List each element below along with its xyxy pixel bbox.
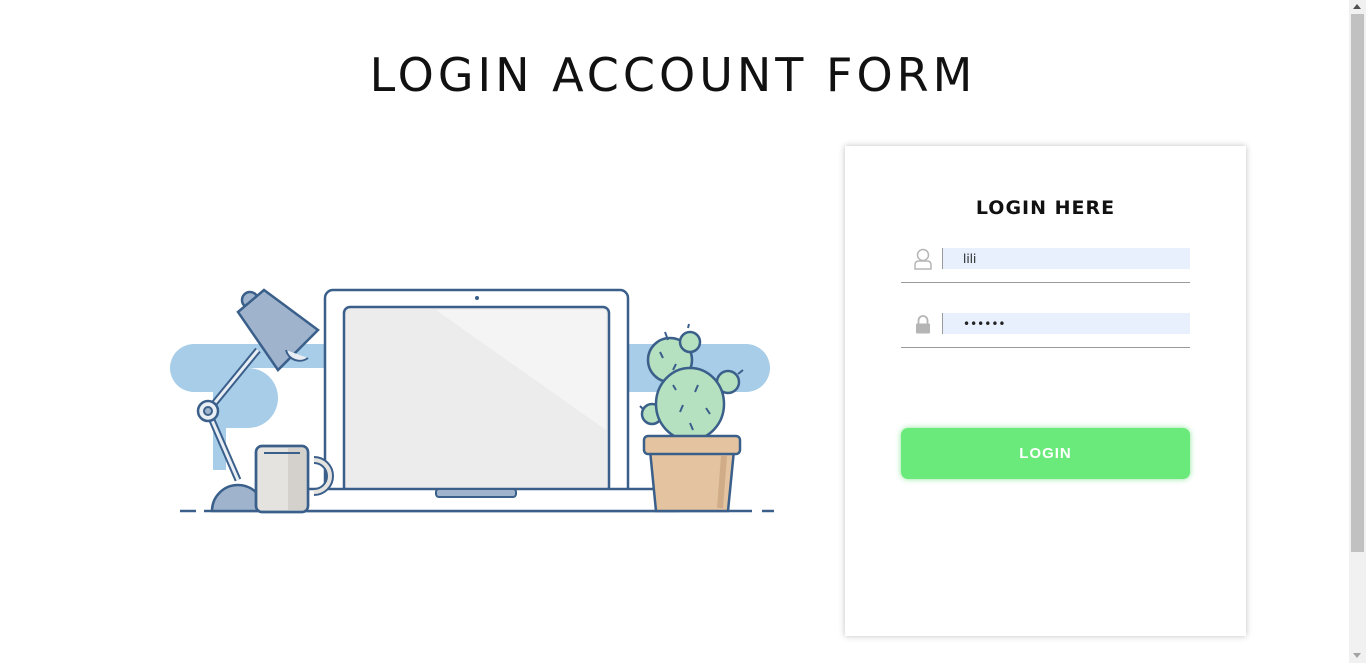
login-card: LOGIN HERE LOGIN (845, 146, 1246, 636)
username-field (901, 246, 1190, 283)
login-button[interactable]: LOGIN (901, 428, 1190, 479)
user-icon (914, 248, 932, 270)
username-input[interactable] (942, 248, 1190, 269)
password-input[interactable] (942, 313, 1190, 334)
login-heading: LOGIN HERE (975, 197, 1116, 219)
scroll-up-arrow-icon[interactable] (1353, 4, 1361, 9)
desk-workspace-illustration (170, 288, 774, 514)
vertical-scrollbar[interactable] (1349, 0, 1366, 663)
page: LOGIN ACCOUNT FORM LOGIN HERE lili •••••… (0, 0, 1349, 663)
page-title: LOGIN ACCOUNT FORM (369, 48, 977, 102)
scrollbar-thumb[interactable] (1351, 14, 1364, 552)
scroll-down-arrow-icon[interactable] (1353, 653, 1361, 658)
lock-icon (916, 315, 930, 334)
password-field (901, 311, 1190, 348)
